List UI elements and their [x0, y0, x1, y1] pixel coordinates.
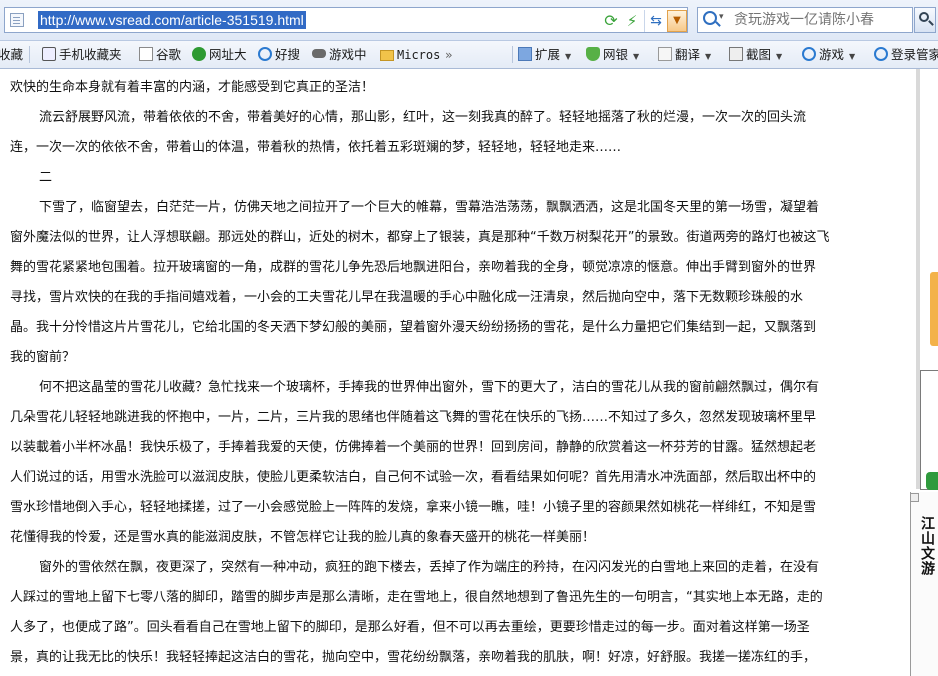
- side-panel-title[interactable]: 江山文游: [915, 516, 935, 576]
- tool-login[interactable]: 登录管家: [874, 41, 938, 68]
- fav-item-label: 收藏: [0, 47, 24, 62]
- page-icon: [10, 13, 24, 27]
- section-heading: 二: [39, 170, 53, 185]
- search-engine-icon[interactable]: [703, 11, 717, 25]
- search-box[interactable]: ▾: [697, 7, 913, 33]
- article-line: 我的窗前？: [10, 350, 76, 365]
- phone-icon: [42, 47, 56, 61]
- tool-label: 网银: [603, 47, 629, 62]
- fav-item-label: 好搜: [275, 47, 301, 62]
- tool-translate[interactable]: 翻译 ▼: [658, 41, 711, 68]
- separator: [512, 46, 513, 63]
- tool-label: 游戏: [819, 47, 845, 62]
- article-line: 何不把这晶莹的雪花儿收藏？急忙找来一个玻璃杯，手捧我的世界伸出窗外，雪下的更大了…: [39, 380, 820, 395]
- search-input[interactable]: [734, 11, 910, 29]
- fav-item-label: 游戏中: [329, 47, 367, 62]
- folder-icon: [380, 50, 394, 61]
- game-search-icon: [802, 47, 816, 61]
- translate-icon: [658, 47, 672, 61]
- article-line: 窗外魔法似的世界，让人浮想联翩。那远处的群山，近处的树木，都穿上了银装，真是那种…: [10, 230, 830, 245]
- chevron-down-icon: ▼: [705, 52, 712, 61]
- chevron-down-icon: ▼: [776, 52, 783, 61]
- fav-item-micros[interactable]: Micros: [380, 41, 440, 68]
- article-line: 雪水珍惜地倒入手心，轻轻地揉搓，过了一小会感觉脸上一阵阵的发烧，拿来小镜一瞧，哇…: [10, 500, 817, 515]
- tool-extensions[interactable]: 扩展 ▼: [518, 41, 571, 68]
- article-line: 人踩过的雪地上留下七零八落的脚印，踏雪的脚步声是那么清晰，走在雪地上，很自然地想…: [10, 590, 823, 605]
- puzzle-icon: [518, 47, 532, 61]
- favorites-bar: 收藏 手机收藏夹 谷歌 网址大 好搜 游戏中 Micros » 扩展 ▼ 网银 ▼ …: [0, 41, 938, 69]
- article-line: 人们说过的话，用雪水洗脸可以滋润皮肤，使脸儿更柔软洁白，自己何不试验一次，看看结…: [10, 470, 817, 485]
- search-button[interactable]: [914, 7, 936, 33]
- fav-item-label: 网址大: [209, 47, 247, 62]
- haosou-icon: [258, 47, 272, 61]
- fav-item-label: Micros: [397, 48, 441, 62]
- article-line: 下雪了，临窗望去，白茫茫一片，仿佛天地之间拉开了一个巨大的帷幕，雪幕浩浩荡荡，飘…: [39, 200, 820, 215]
- fav-item-haosou[interactable]: 好搜: [258, 41, 300, 68]
- address-field[interactable]: http://www.vsread.com/article-351519.htm…: [4, 7, 688, 33]
- tool-games[interactable]: 游戏 ▼: [802, 41, 855, 68]
- fav-item-games[interactable]: 游戏中: [312, 41, 367, 68]
- article-line: 连，一次一次的依依不舍，带着山的体温，带着秋的热情，依托着五彩斑斓的梦，轻轻地，…: [10, 140, 622, 155]
- article-line: 舞的雪花紧紧地包围着。拉开玻璃窗的一角，成群的雪花儿争先恐后地飘进阳台，亲吻着我…: [10, 260, 817, 275]
- search-icon: [919, 12, 929, 22]
- fav-item-label: 谷歌: [156, 47, 182, 62]
- separator: [29, 46, 30, 63]
- article-line: 晶。我十分怜惜这片片雪花儿，它给北国的冬天洒下梦幻般的美丽，望着窗外漫天纷纷扬扬…: [10, 320, 817, 335]
- shield-icon: [586, 47, 600, 61]
- tool-label: 翻译: [675, 47, 701, 62]
- article-line: 寻找，雪片欢快的在我的手指间嬉戏着，一小会的工夫雪花儿早在我温暖的手心中融化成一…: [10, 290, 804, 305]
- article-line: 以装載着小半杯冰晶！我快乐极了，手捧着我爱的天使，仿佛捧着一个美丽的世界！回到房…: [10, 440, 817, 455]
- chevron-down-icon[interactable]: ▾: [719, 12, 724, 22]
- chevron-down-icon: ▼: [849, 52, 856, 61]
- nav-icon: [192, 47, 206, 61]
- article-line: 花懂得我的怜爱，还是雪水真的能滋润皮肤，不管怎样它让我的脸儿真的象春天盛开的桃花…: [10, 530, 596, 545]
- gamepad-icon: [312, 49, 326, 58]
- lightning-icon[interactable]: ⚡: [624, 11, 640, 31]
- chevron-down-icon: ▼: [633, 52, 640, 61]
- compat-mode-icon[interactable]: ⇆: [644, 10, 667, 32]
- tool-label: 截图: [746, 47, 772, 62]
- tool-label: 扩展: [535, 47, 561, 62]
- side-tab[interactable]: [930, 272, 938, 346]
- tool-banking[interactable]: 网银 ▼: [586, 41, 639, 68]
- address-toolbar: http://www.vsread.com/article-351519.htm…: [0, 0, 938, 41]
- article-line: 流云舒展野风流，带着依依的不舍，带着美好的心情，那山影，红叶，这一刻我真的醉了。…: [39, 110, 807, 125]
- fav-item-nav[interactable]: 网址大: [192, 41, 247, 68]
- login-icon: [874, 47, 888, 61]
- article-line: 几朵雪花儿轻轻地跳进我的怀抱中，一片，二片，三片我的思绪也伴随着这飞舞的雪花在快…: [10, 410, 817, 425]
- article-line: 人多了，也便成了路”。回头看看自己在雪地上留下的脚印，是那么好看，但不可以再去重…: [10, 620, 810, 635]
- url-text[interactable]: http://www.vsread.com/article-351519.htm…: [38, 11, 306, 29]
- chat-icon[interactable]: [926, 472, 938, 490]
- fav-item-google[interactable]: 谷歌: [139, 41, 181, 68]
- fav-item-label: 手机收藏夹: [59, 47, 122, 62]
- article-line: 景，真的让我无比的快乐！我轻轻捧起这洁白的雪花，抛向空中，雪花纷纷飘落，亲吻着我…: [10, 650, 817, 665]
- article-content: 欢快的生命本身就有着丰富的内涵，才能感受到它真正的圣洁！ 流云舒展野风流，带着依…: [0, 69, 912, 676]
- address-dropdown-button[interactable]: ▼: [667, 10, 687, 32]
- chevron-down-icon: ▼: [565, 52, 572, 61]
- close-icon[interactable]: [910, 493, 919, 502]
- fav-item-collect[interactable]: 收藏: [0, 41, 23, 68]
- article-line: 窗外的雪依然在飘，夜更深了，突然有一种冲动，疯狂的跑下楼去，丢掉了作为端庄的矜持…: [39, 560, 820, 575]
- article-line: 欢快的生命本身就有着丰富的内涵，才能感受到它真正的圣洁！: [10, 80, 375, 95]
- screenshot-icon: [729, 47, 743, 61]
- chevron-right-icon[interactable]: »: [445, 41, 453, 68]
- tool-screenshot[interactable]: 截图 ▼: [729, 41, 782, 68]
- refresh-icon[interactable]: ⟳: [601, 11, 621, 31]
- fav-item-mobile[interactable]: 手机收藏夹: [42, 41, 122, 68]
- tool-label: 登录管家: [891, 47, 938, 62]
- page-icon: [139, 47, 153, 61]
